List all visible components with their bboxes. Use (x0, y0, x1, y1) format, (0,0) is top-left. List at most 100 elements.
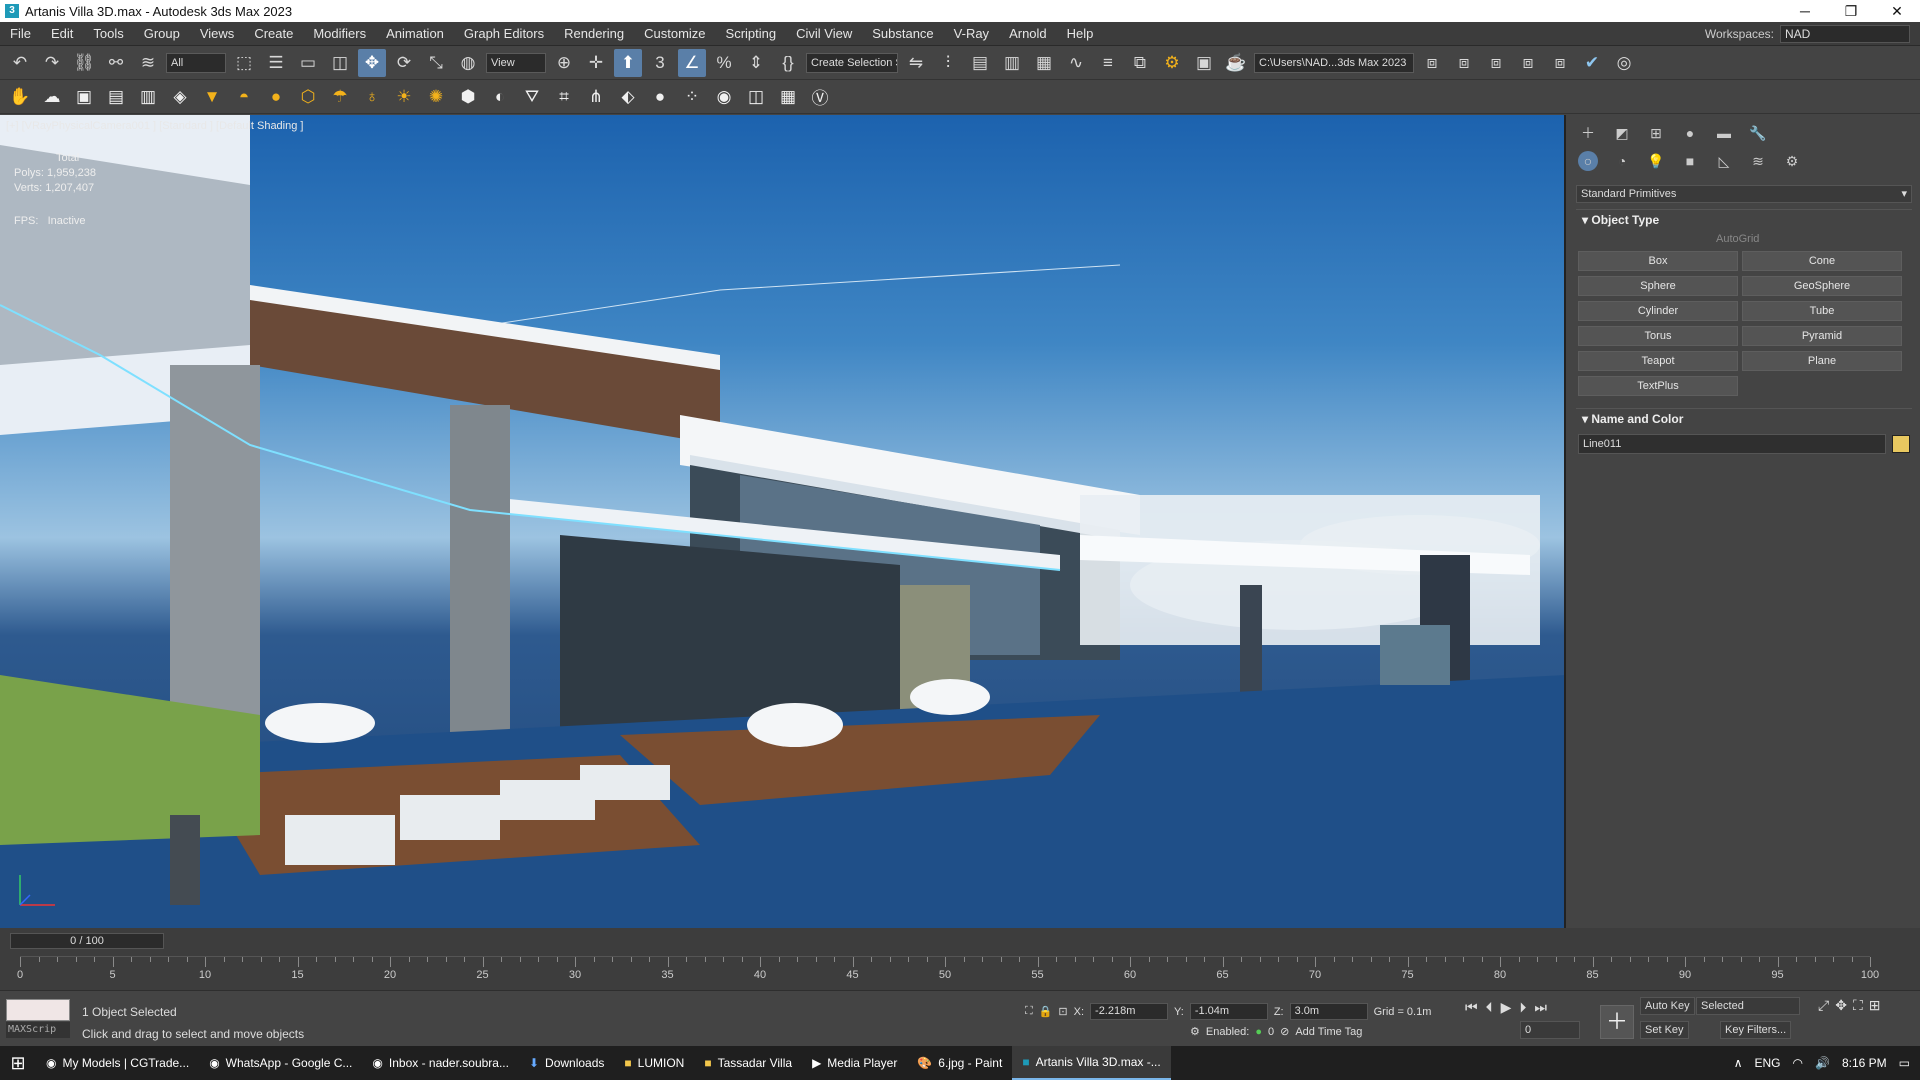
vray-material-icon[interactable]: ◈ (166, 83, 194, 111)
named-selection-edit-icon[interactable]: {} (774, 49, 802, 77)
taskbar-item-whatsapp[interactable]: ◉ WhatsApp - Google C... (199, 1046, 362, 1080)
menu-tools[interactable]: Tools (83, 26, 133, 41)
volume-icon[interactable]: 🔊 (1815, 1056, 1830, 1070)
menu-graph-editors[interactable]: Graph Editors (454, 26, 554, 41)
curve-editor-icon[interactable]: ∿ (1062, 49, 1090, 77)
material-ball-icon[interactable]: ● (646, 83, 674, 111)
shapes-icon[interactable]: ◔ (1612, 151, 1632, 171)
systems-icon[interactable]: ⚙ (1782, 151, 1802, 171)
z-field[interactable]: 3.0m (1289, 1003, 1368, 1020)
taskbar-item-tassadar[interactable]: ■ Tassadar Villa (694, 1046, 802, 1080)
toolbar-extra-1-icon[interactable]: ⧈ (1418, 49, 1446, 77)
sphere-button[interactable]: Sphere (1578, 276, 1738, 296)
check-icon[interactable]: ✔ (1578, 49, 1606, 77)
material-grid-icon[interactable]: ⁘ (678, 83, 706, 111)
window-crossing-icon[interactable]: ◫ (326, 49, 354, 77)
move-icon[interactable]: ✥ (358, 48, 386, 77)
vray-ies-icon[interactable]: ♁ (358, 83, 386, 111)
vray-light-icon[interactable]: ▼ (198, 83, 226, 111)
vray-dome-icon[interactable]: ◓ (230, 83, 258, 111)
lock-selection-icon[interactable]: 🔒 (1039, 1005, 1053, 1018)
taskbar-item-cgtrader[interactable]: ◉ My Models | CGTrade... (36, 1046, 199, 1080)
add-time-tag[interactable]: Add Time Tag (1295, 1026, 1362, 1038)
absolute-mode-icon[interactable]: ⊡ (1058, 1005, 1067, 1018)
material-editor-icon[interactable]: ◉ (710, 83, 738, 111)
select-by-name-icon[interactable]: ☰ (262, 49, 290, 77)
unlink-icon[interactable]: ⚯ (102, 49, 130, 77)
material-tools-icon[interactable]: ◫ (742, 83, 770, 111)
zoom-all-icon[interactable]: ✥ (1835, 997, 1847, 1014)
menu-views[interactable]: Views (190, 26, 244, 41)
taskbar-item-media-player[interactable]: ▶ Media Player (802, 1046, 907, 1080)
box-button[interactable]: Box (1578, 251, 1738, 271)
keyboard-shortcut-override-icon[interactable]: ⬆ (614, 48, 642, 77)
vray-proxy-icon[interactable]: ⬢ (454, 83, 482, 111)
viewport-label[interactable]: [+] [VRayPhysicalCamera001 ] [Standard ]… (6, 120, 303, 132)
lights-icon[interactable]: 💡 (1646, 151, 1666, 171)
torus-button[interactable]: Torus (1578, 326, 1738, 346)
scene-explorer-icon[interactable]: ▤ (966, 49, 994, 77)
selection-filter-dropdown[interactable]: All (166, 52, 226, 73)
auto-key-button[interactable]: Auto Key (1640, 997, 1695, 1015)
taskbar-item-paint[interactable]: 🎨 6.jpg - Paint (907, 1046, 1012, 1080)
object-color-swatch[interactable] (1892, 435, 1910, 453)
vray-frame-buffer-icon[interactable]: ▤ (102, 83, 130, 111)
menu-animation[interactable]: Animation (376, 26, 454, 41)
taskbar-item-lumion[interactable]: ■ LUMION (614, 1046, 694, 1080)
vray-sun-icon[interactable]: ☀ (390, 83, 418, 111)
set-key-big-icon[interactable]: ＋ (1600, 1005, 1634, 1039)
language-indicator[interactable]: ENG (1755, 1056, 1781, 1070)
vray-plane-icon[interactable]: ⛛ (518, 83, 546, 111)
cameras-icon[interactable]: ■ (1680, 151, 1700, 171)
vray-asset-icon[interactable]: ▣ (70, 83, 98, 111)
vray-render-icon[interactable]: ▥ (134, 83, 162, 111)
taskbar-item-inbox[interactable]: ◉ Inbox - nader.soubra... (362, 1046, 519, 1080)
enabled-dot-icon[interactable]: ● (1255, 1026, 1262, 1038)
undo-icon[interactable]: ↶ (6, 49, 34, 77)
spinner-snap-icon[interactable]: ⇕ (742, 49, 770, 77)
geometry-icon[interactable]: ○ (1578, 151, 1598, 171)
rendered-frame-window-icon[interactable]: ▣ (1190, 49, 1218, 77)
isolate-icon[interactable]: ⛶ (1025, 1005, 1033, 1018)
render-production-icon[interactable]: ☕ (1222, 49, 1250, 77)
menu-substance[interactable]: Substance (862, 26, 943, 41)
object-name-field[interactable]: Line011 (1578, 434, 1886, 454)
percent-snap-icon[interactable]: % (710, 49, 738, 77)
helpers-icon[interactable]: ◺ (1714, 151, 1734, 171)
named-selection-sets-dropdown[interactable]: Create Selection Se (806, 52, 898, 73)
dope-sheet-icon[interactable]: ≡ (1094, 49, 1122, 77)
mirror-icon[interactable]: ⇋ (902, 49, 930, 77)
utilities-tab-icon[interactable]: 🔧 (1748, 123, 1768, 143)
motion-tab-icon[interactable]: ● (1680, 123, 1700, 143)
menu-vray[interactable]: V-Ray (944, 26, 999, 41)
modify-tab-icon[interactable]: ◩ (1612, 123, 1632, 143)
reference-coordinate-dropdown[interactable]: View (486, 52, 546, 73)
menu-help[interactable]: Help (1057, 26, 1104, 41)
menu-modifiers[interactable]: Modifiers (303, 26, 376, 41)
enabled-value[interactable]: 0 (1268, 1026, 1274, 1038)
menu-scripting[interactable]: Scripting (716, 26, 787, 41)
cone-button[interactable]: Cone (1742, 251, 1902, 271)
set-key-button[interactable]: Set Key (1640, 1021, 1689, 1039)
wifi-icon[interactable]: ◠ (1793, 1056, 1803, 1070)
pivot-center-icon[interactable]: ⊕ (550, 49, 578, 77)
prev-frame-icon[interactable]: ⏴ (1486, 999, 1493, 1016)
toolbar-extra-4-icon[interactable]: ⧈ (1514, 49, 1542, 77)
go-to-start-icon[interactable]: ⏮ (1465, 999, 1478, 1016)
hand-icon[interactable]: ✋ (6, 83, 34, 111)
chevron-up-icon[interactable]: ∧ (1734, 1056, 1743, 1070)
windows-start-icon[interactable]: ⊞ (0, 1046, 36, 1080)
zoom-icon[interactable]: ⤢ (1818, 997, 1829, 1014)
clock[interactable]: 8:16 PM (1842, 1056, 1887, 1070)
menu-edit[interactable]: Edit (41, 26, 83, 41)
object-type-title[interactable]: Object Type (1576, 209, 1912, 229)
vray-spot-icon[interactable]: ☂ (326, 83, 354, 111)
autogrid-checkbox[interactable]: AutoGrid (1716, 233, 1912, 245)
tube-button[interactable]: Tube (1742, 301, 1902, 321)
y-field[interactable]: -1.04m (1189, 1003, 1268, 1020)
vray-mesh-light-icon[interactable]: ⬡ (294, 83, 322, 111)
vray-clipper-icon[interactable]: ⬖ (614, 83, 642, 111)
select-manipulate-icon[interactable]: ✛ (582, 49, 610, 77)
bind-space-warp-icon[interactable]: ≋ (134, 49, 162, 77)
vray-lights-icon[interactable]: ☁ (38, 83, 66, 111)
